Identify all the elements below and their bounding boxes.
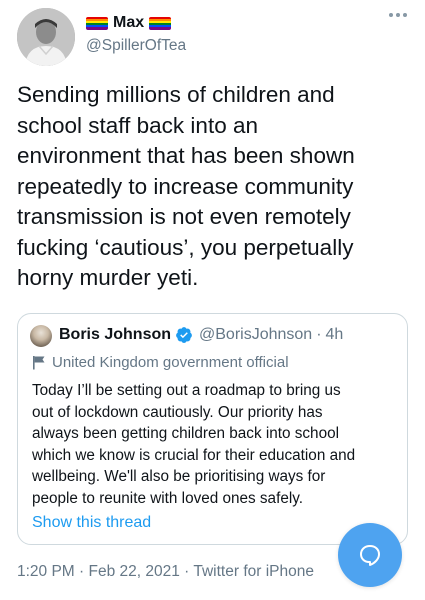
rainbow-flag-icon <box>86 16 108 30</box>
meta-separator-dot: · <box>184 563 190 580</box>
author-display-name[interactable]: Max <box>113 14 144 32</box>
quoted-handle: @BorisJohnson <box>199 326 313 343</box>
quoted-tweet-text: Today I’ll be setting out a roadmap to b… <box>32 382 356 507</box>
author-avatar[interactable] <box>17 8 75 66</box>
quoted-timestamp: 4h <box>325 326 344 343</box>
quoted-tweet-card[interactable]: Boris Johnson @BorisJohnson · 4h United … <box>17 313 408 545</box>
tweet-timestamp[interactable]: 1:20 PM · Feb 22, 2021 <box>17 563 180 580</box>
author-handle[interactable]: @SpillerOfTea <box>86 37 186 55</box>
quoted-author-row: Boris Johnson @BorisJohnson · 4h <box>59 326 343 344</box>
reply-fab-button[interactable] <box>338 523 402 587</box>
quoted-author-avatar <box>30 325 52 347</box>
government-label-text: United Kingdom government official <box>52 354 289 371</box>
government-label[interactable]: United Kingdom government official <box>32 354 289 371</box>
more-options-icon[interactable] <box>389 13 407 17</box>
tweet-meta: 1:20 PM · Feb 22, 2021 · Twitter for iPh… <box>17 563 314 581</box>
flag-icon <box>33 356 45 370</box>
quoted-display-name: Boris Johnson <box>59 326 172 343</box>
author-name-row[interactable]: Max <box>86 14 172 32</box>
quoted-separator-dot: · <box>316 326 322 343</box>
reply-bubble-icon <box>360 545 380 566</box>
tweet-source[interactable]: Twitter for iPhone <box>193 563 314 580</box>
tweet-text: Sending millions of children and school … <box>17 82 355 290</box>
show-thread-link[interactable]: Show this thread <box>32 514 151 532</box>
verified-badge-icon <box>176 327 192 343</box>
rainbow-flag-icon <box>149 16 172 30</box>
